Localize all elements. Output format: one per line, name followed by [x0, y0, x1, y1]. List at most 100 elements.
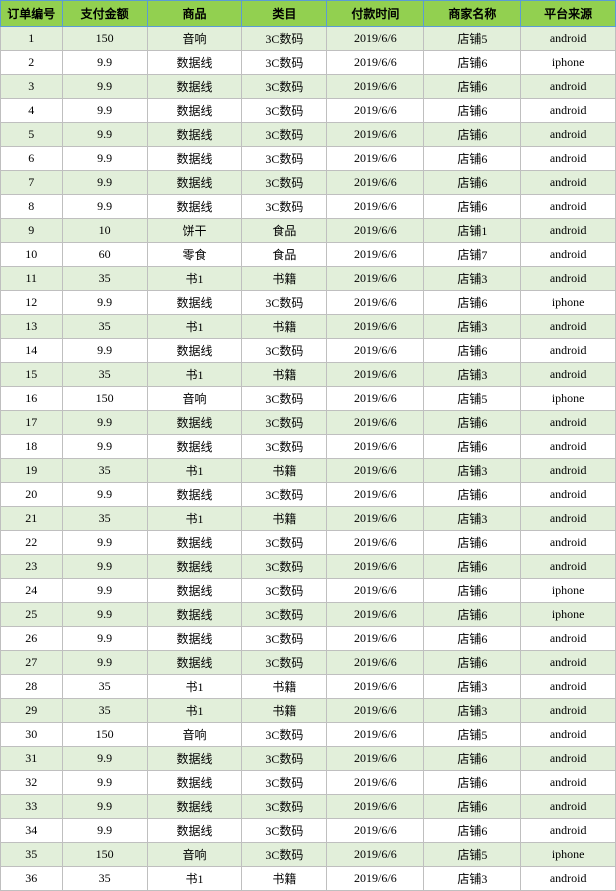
table-cell: android — [521, 363, 616, 387]
table-cell: 9.9 — [62, 51, 147, 75]
table-row: 89.9数据线3C数码2019/6/6店铺6android — [1, 195, 616, 219]
column-header: 订单编号 — [1, 1, 63, 27]
table-row: 3635书1书籍2019/6/6店铺3android — [1, 867, 616, 891]
table-cell: 14 — [1, 339, 63, 363]
table-cell: 店铺6 — [424, 411, 521, 435]
table-cell: 数据线 — [147, 747, 242, 771]
table-cell: 9.9 — [62, 531, 147, 555]
table-cell: 2019/6/6 — [327, 651, 424, 675]
table-cell: 数据线 — [147, 411, 242, 435]
table-row: 1150音响3C数码2019/6/6店铺5android — [1, 27, 616, 51]
table-cell: 数据线 — [147, 603, 242, 627]
table-cell: 3C数码 — [242, 27, 327, 51]
table-cell: android — [521, 99, 616, 123]
table-cell: 3C数码 — [242, 171, 327, 195]
table-cell: 2019/6/6 — [327, 795, 424, 819]
table-cell: android — [521, 267, 616, 291]
table-cell: 3C数码 — [242, 411, 327, 435]
table-cell: 2019/6/6 — [327, 243, 424, 267]
table-cell: 3C数码 — [242, 483, 327, 507]
table-cell: 23 — [1, 555, 63, 579]
table-row: 1135书1书籍2019/6/6店铺3android — [1, 267, 616, 291]
orders-table: 订单编号支付金额商品类目付款时间商家名称平台来源 1150音响3C数码2019/… — [0, 0, 616, 891]
table-cell: 33 — [1, 795, 63, 819]
table-cell: 3C数码 — [242, 651, 327, 675]
table-cell: 书1 — [147, 867, 242, 891]
column-header: 类目 — [242, 1, 327, 27]
table-cell: 8 — [1, 195, 63, 219]
table-cell: 4 — [1, 99, 63, 123]
table-cell: android — [521, 555, 616, 579]
table-cell: 6 — [1, 147, 63, 171]
table-cell: 书籍 — [242, 459, 327, 483]
table-cell: 数据线 — [147, 771, 242, 795]
column-header: 平台来源 — [521, 1, 616, 27]
table-cell: 34 — [1, 819, 63, 843]
table-cell: 店铺6 — [424, 195, 521, 219]
table-cell: 2019/6/6 — [327, 171, 424, 195]
table-row: 49.9数据线3C数码2019/6/6店铺6android — [1, 99, 616, 123]
table-cell: 9 — [1, 219, 63, 243]
table-row: 29.9数据线3C数码2019/6/6店铺6iphone — [1, 51, 616, 75]
table-row: 2135书1书籍2019/6/6店铺3android — [1, 507, 616, 531]
table-cell: 2019/6/6 — [327, 99, 424, 123]
table-row: 249.9数据线3C数码2019/6/6店铺6iphone — [1, 579, 616, 603]
table-cell: android — [521, 243, 616, 267]
table-cell: 3C数码 — [242, 99, 327, 123]
table-row: 1935书1书籍2019/6/6店铺3android — [1, 459, 616, 483]
table-cell: 书籍 — [242, 699, 327, 723]
table-cell: 2019/6/6 — [327, 459, 424, 483]
column-header: 商品 — [147, 1, 242, 27]
table-cell: 数据线 — [147, 483, 242, 507]
table-row: 69.9数据线3C数码2019/6/6店铺6android — [1, 147, 616, 171]
table-cell: 数据线 — [147, 123, 242, 147]
table-cell: 9.9 — [62, 147, 147, 171]
table-cell: 3 — [1, 75, 63, 99]
table-cell: 2019/6/6 — [327, 771, 424, 795]
table-cell: 2019/6/6 — [327, 75, 424, 99]
table-cell: 书籍 — [242, 267, 327, 291]
table-cell: 35 — [62, 675, 147, 699]
table-cell: 17 — [1, 411, 63, 435]
table-cell: 60 — [62, 243, 147, 267]
table-cell: 数据线 — [147, 627, 242, 651]
table-cell: 书籍 — [242, 363, 327, 387]
table-cell: 数据线 — [147, 339, 242, 363]
table-cell: 9.9 — [62, 171, 147, 195]
table-cell: 数据线 — [147, 195, 242, 219]
table-cell: 2019/6/6 — [327, 411, 424, 435]
table-cell: 3C数码 — [242, 531, 327, 555]
table-cell: 数据线 — [147, 651, 242, 675]
column-header: 付款时间 — [327, 1, 424, 27]
table-cell: 零食 — [147, 243, 242, 267]
table-cell: iphone — [521, 291, 616, 315]
table-cell: 店铺6 — [424, 435, 521, 459]
table-cell: iphone — [521, 51, 616, 75]
table-cell: 3C数码 — [242, 339, 327, 363]
table-row: 189.9数据线3C数码2019/6/6店铺6android — [1, 435, 616, 459]
table-cell: 数据线 — [147, 147, 242, 171]
table-cell: 9.9 — [62, 747, 147, 771]
table-cell: 9.9 — [62, 435, 147, 459]
table-row: 179.9数据线3C数码2019/6/6店铺6android — [1, 411, 616, 435]
table-cell: 音响 — [147, 387, 242, 411]
table-cell: 店铺6 — [424, 147, 521, 171]
table-cell: 9.9 — [62, 99, 147, 123]
table-cell: 2019/6/6 — [327, 435, 424, 459]
table-row: 339.9数据线3C数码2019/6/6店铺6android — [1, 795, 616, 819]
table-cell: android — [521, 459, 616, 483]
table-cell: 店铺3 — [424, 315, 521, 339]
table-cell: 9.9 — [62, 75, 147, 99]
table-cell: android — [521, 699, 616, 723]
table-cell: 9.9 — [62, 555, 147, 579]
table-cell: 店铺3 — [424, 699, 521, 723]
table-cell: 2019/6/6 — [327, 291, 424, 315]
table-cell: 2019/6/6 — [327, 363, 424, 387]
table-row: 209.9数据线3C数码2019/6/6店铺6android — [1, 483, 616, 507]
table-cell: 数据线 — [147, 51, 242, 75]
table-cell: 数据线 — [147, 291, 242, 315]
table-cell: 店铺6 — [424, 651, 521, 675]
table-row: 239.9数据线3C数码2019/6/6店铺6android — [1, 555, 616, 579]
table-cell: 26 — [1, 627, 63, 651]
table-row: 2935书1书籍2019/6/6店铺3android — [1, 699, 616, 723]
